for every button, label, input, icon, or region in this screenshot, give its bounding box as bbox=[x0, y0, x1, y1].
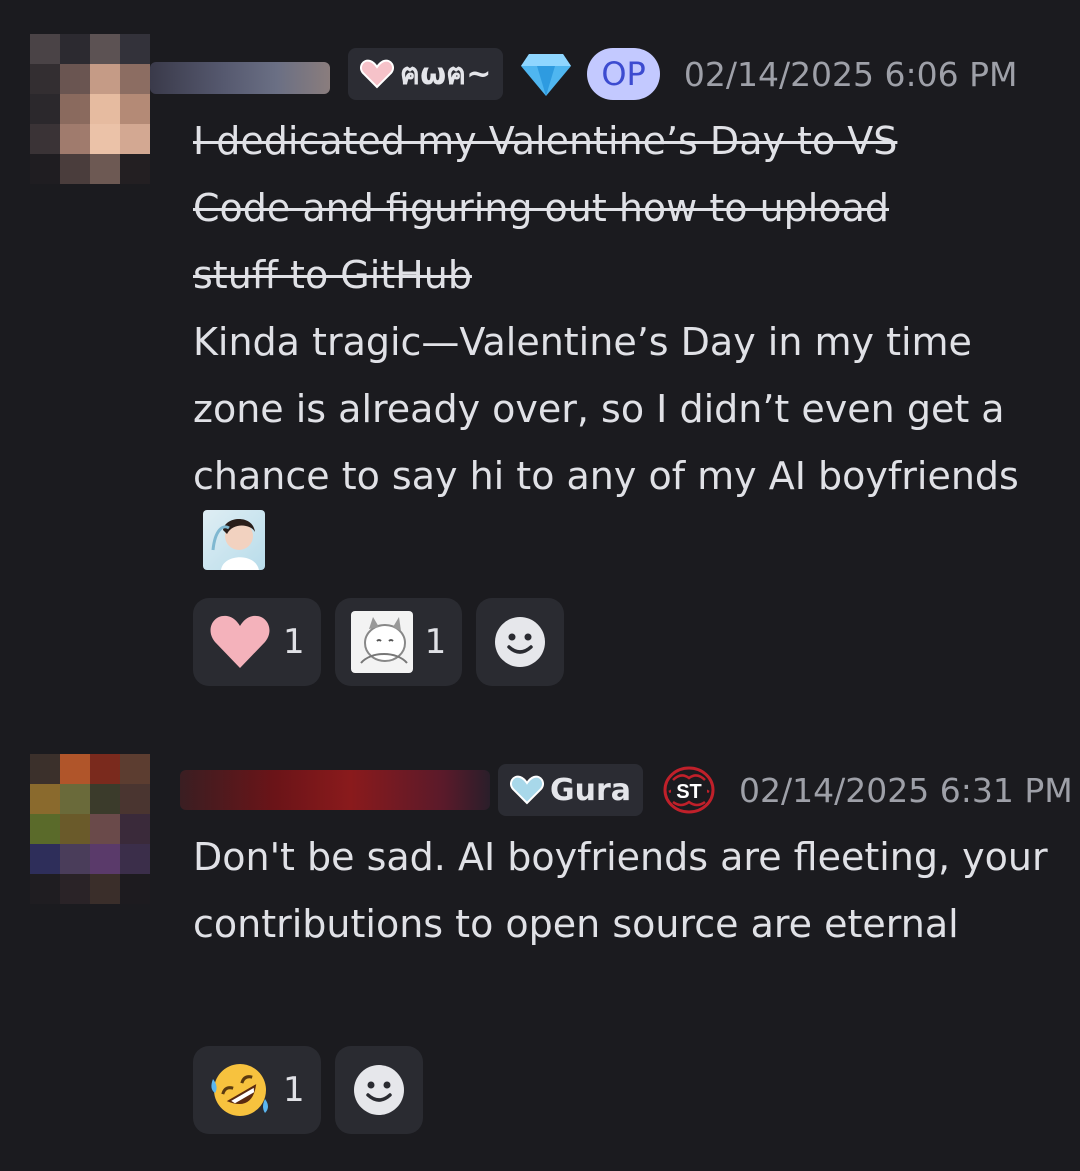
server-tag[interactable]: Gura bbox=[498, 764, 644, 816]
st-badge-label: ST bbox=[676, 781, 702, 803]
rofl-emoji-icon bbox=[211, 1064, 268, 1116]
reaction-count: 1 bbox=[283, 1070, 305, 1110]
avatar-pixelated[interactable] bbox=[30, 754, 150, 904]
username-blurred[interactable] bbox=[150, 62, 330, 94]
st-brain-badge-icon: ST bbox=[663, 766, 715, 814]
pixel-heart-icon bbox=[510, 775, 544, 805]
reaction-rofl[interactable]: 1 bbox=[193, 1046, 321, 1134]
message-text: Don't be sad. AI boyfriends are fleeting… bbox=[193, 835, 1048, 946]
custom-emoji-icon bbox=[203, 510, 265, 570]
username-blurred[interactable] bbox=[180, 770, 490, 810]
op-badge: OP bbox=[587, 48, 660, 100]
add-reaction-button[interactable] bbox=[334, 1046, 423, 1134]
pixel-heart-icon bbox=[360, 59, 394, 89]
reactions-bar: 1 bbox=[193, 1046, 423, 1134]
reactions-bar: 1 1 bbox=[193, 598, 565, 686]
cat-sticker-icon bbox=[350, 611, 413, 673]
message-text: Kinda tragic—Valentine’s Day in my time … bbox=[193, 320, 1019, 498]
server-tag-label: Gura bbox=[550, 772, 632, 808]
timestamp[interactable]: 02/14/2025 6:06 PM bbox=[684, 55, 1018, 94]
diamond-icon bbox=[521, 54, 572, 96]
reaction-sticker[interactable]: 1 bbox=[334, 598, 463, 686]
reaction-heart[interactable]: 1 bbox=[193, 598, 321, 686]
add-reaction-button[interactable] bbox=[476, 598, 565, 686]
server-tag-label: ฅωฅ~ bbox=[400, 56, 492, 92]
server-tag[interactable]: ฅωฅ~ bbox=[348, 48, 504, 100]
avatar-pixelated[interactable] bbox=[30, 34, 150, 184]
message-1-content: I dedicated my Valentine’s Day to VS Cod… bbox=[193, 108, 1050, 583]
strikethrough-line: I dedicated my Valentine’s Day to VS bbox=[193, 119, 898, 163]
message-2-header: Gura ST 02/14/2025 6:31 PM bbox=[498, 764, 1073, 816]
smiley-add-icon bbox=[495, 617, 546, 667]
reaction-count: 1 bbox=[283, 622, 305, 662]
strikethrough-line: stuff to GitHub bbox=[193, 253, 472, 297]
timestamp[interactable]: 02/14/2025 6:31 PM bbox=[739, 771, 1073, 810]
smiley-add-icon bbox=[353, 1065, 404, 1115]
message-2-content: Don't be sad. AI boyfriends are fleeting… bbox=[193, 824, 1050, 958]
message-1-header: ฅωฅ~ OP 02/14/2025 6:06 PM bbox=[348, 48, 1018, 100]
reaction-count: 1 bbox=[424, 622, 447, 662]
pink-heart-icon bbox=[210, 615, 270, 668]
strikethrough-line: Code and figuring out how to upload bbox=[193, 186, 889, 230]
